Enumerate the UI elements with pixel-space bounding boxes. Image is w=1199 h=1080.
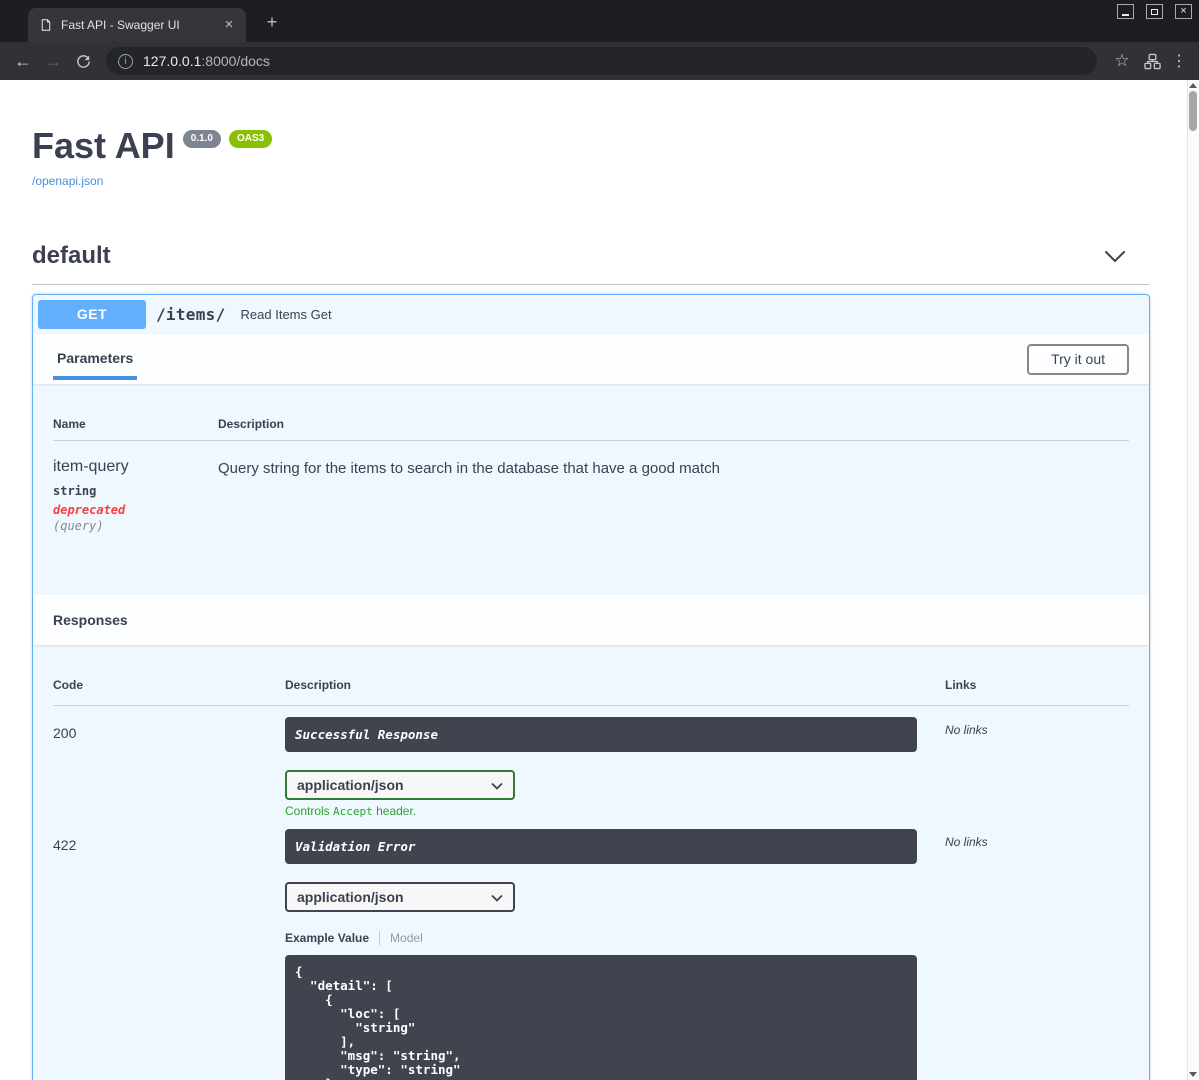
- scrollbar-thumb[interactable]: [1189, 91, 1197, 131]
- chevron-down-icon[interactable]: [1104, 250, 1126, 263]
- browser-tab[interactable]: Fast API - Swagger UI ×: [28, 8, 246, 42]
- response-row-422: 422 Validation Error application/json Ex…: [53, 818, 1129, 1080]
- example-json-block: { "detail": [ { "loc": [ "string" ], "ms…: [285, 955, 917, 1080]
- parameters-table: Name Description item-query string depre…: [33, 384, 1149, 595]
- tag-title: default: [32, 242, 111, 269]
- tab-example-value[interactable]: Example Value: [285, 931, 381, 945]
- responses-header: Responses: [33, 595, 1149, 645]
- document-icon: [40, 18, 52, 32]
- try-it-out-button[interactable]: Try it out: [1027, 343, 1129, 375]
- col-header-name: Name: [53, 417, 86, 431]
- window-maximize-button[interactable]: [1146, 4, 1163, 19]
- back-button[interactable]: ←: [8, 51, 38, 72]
- media-type-select[interactable]: application/json: [285, 770, 515, 800]
- tab-parameters[interactable]: Parameters: [53, 340, 138, 380]
- response-description-box: Validation Error: [285, 829, 917, 864]
- page-scrollbar[interactable]: [1187, 80, 1199, 1080]
- parameter-name: item-query: [53, 458, 129, 475]
- openapi-spec-link[interactable]: /openapi.json: [32, 174, 103, 188]
- browser-toolbar: ← → i 127.0.0.1:8000/docs ☆ ⋮: [0, 42, 1199, 80]
- parameter-location: (query): [53, 519, 104, 533]
- responses-table: Code Description Links 200 Successful Re…: [33, 645, 1149, 1080]
- browser-window: Fast API - Swagger UI × + × ← → i 127.0.…: [0, 0, 1199, 1080]
- reload-button[interactable]: [68, 53, 98, 70]
- response-code: 422: [53, 837, 77, 853]
- scrollbar-down-arrow-icon[interactable]: [1189, 1072, 1197, 1077]
- new-tab-button[interactable]: +: [260, 11, 284, 35]
- accept-header-note: Controls Accept header.: [285, 804, 417, 818]
- media-type-value: application/json: [297, 889, 404, 905]
- close-icon: ×: [1180, 5, 1187, 17]
- parameter-row: item-query string deprecated (query) Que…: [53, 441, 1129, 533]
- operation-description: Read Items Get: [240, 307, 332, 322]
- tab-close-icon[interactable]: ×: [220, 16, 238, 34]
- tab-strip: Fast API - Swagger UI × + ×: [0, 0, 1199, 42]
- responses-title: Responses: [53, 612, 128, 628]
- menu-kebab-icon[interactable]: ⋮: [1167, 51, 1191, 71]
- page-viewport: Fast API 0.1.0 OAS3 /openapi.json defaul…: [0, 80, 1187, 1080]
- tab-title: Fast API - Swagger UI: [61, 18, 180, 32]
- media-type-select[interactable]: application/json: [285, 882, 515, 912]
- page-title: Fast API: [32, 125, 175, 166]
- col-header-links: Links: [945, 678, 977, 692]
- parameters-tab-label: Parameters: [57, 350, 134, 366]
- site-info-icon[interactable]: i: [118, 53, 133, 69]
- bookmark-star-icon[interactable]: ☆: [1107, 51, 1137, 71]
- maximize-icon: [1151, 8, 1158, 15]
- tab-model[interactable]: Model: [390, 931, 423, 945]
- tab-hub-icon[interactable]: [1137, 53, 1167, 70]
- minimize-icon: [1122, 14, 1129, 16]
- operation-path: /items/: [156, 305, 226, 324]
- media-type-value: application/json: [297, 777, 404, 793]
- window-minimize-button[interactable]: [1117, 4, 1134, 19]
- chevron-down-icon: [491, 777, 503, 793]
- col-header-description: Description: [285, 678, 352, 692]
- parameter-description: Query string for the items to search in …: [218, 460, 720, 477]
- parameter-type: string: [53, 484, 97, 498]
- method-badge: GET: [38, 300, 146, 329]
- version-badge: 0.1.0: [182, 130, 221, 148]
- forward-button[interactable]: →: [38, 51, 68, 72]
- window-close-button[interactable]: ×: [1175, 4, 1192, 19]
- swagger-ui: Fast API 0.1.0 OAS3 /openapi.json defaul…: [0, 80, 1187, 1080]
- parameter-deprecated-flag: deprecated: [53, 503, 126, 517]
- example-model-tabs: Example Value Model: [285, 931, 945, 945]
- response-code: 200: [53, 725, 77, 741]
- api-info: Fast API 0.1.0 OAS3 /openapi.json: [32, 128, 1150, 190]
- info-icon-glyph: i: [124, 55, 127, 67]
- col-header-code: Code: [53, 678, 83, 692]
- col-header-description: Description: [218, 417, 285, 431]
- tag-section-default[interactable]: default: [32, 234, 1150, 285]
- oas-badge: OAS3: [228, 130, 273, 148]
- url-path: :8000/docs: [201, 53, 270, 69]
- chevron-down-icon: [491, 889, 503, 905]
- scrollbar-up-arrow-icon[interactable]: [1189, 83, 1197, 88]
- response-row-200: 200 Successful Response application/json…: [53, 706, 1129, 818]
- response-links: No links: [945, 723, 988, 737]
- window-controls: ×: [1117, 4, 1192, 19]
- url-host: 127.0.0.1: [143, 53, 202, 69]
- url-bar[interactable]: i 127.0.0.1:8000/docs: [106, 47, 1097, 75]
- operation-block-get-items: GET /items/ Read Items Get Parameters Tr…: [32, 294, 1150, 1080]
- response-description-box: Successful Response: [285, 717, 917, 752]
- operation-summary[interactable]: GET /items/ Read Items Get: [33, 295, 1149, 334]
- response-links: No links: [945, 835, 988, 849]
- parameters-header: Parameters Try it out: [33, 334, 1149, 384]
